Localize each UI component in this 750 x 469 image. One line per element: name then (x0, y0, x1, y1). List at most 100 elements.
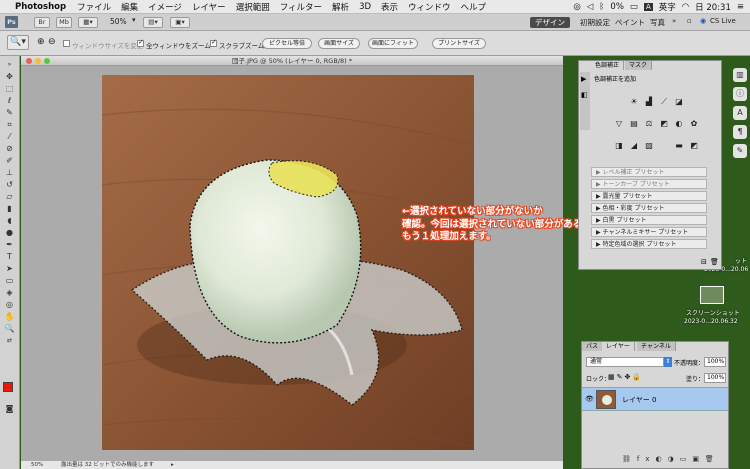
fit-screen-button[interactable]: 画面サイズ (318, 38, 360, 49)
menu-window[interactable]: ウィンドウ (408, 1, 451, 13)
preset-hue-saturation[interactable]: ▶ 色相・彩度 プリセット (591, 203, 707, 213)
3d-rotate-tool-icon[interactable]: ◈ (4, 288, 15, 297)
adjustments-panel-icon[interactable]: ▶ (581, 75, 586, 83)
hand-tool-icon[interactable]: ✋ (4, 312, 15, 321)
menu-layer[interactable]: レイヤー (192, 1, 226, 13)
masks-panel-icon[interactable]: ◧ (581, 91, 588, 99)
invert-icon[interactable]: ◨ (614, 141, 624, 151)
threshold-icon[interactable]: ▧ (644, 141, 654, 151)
zoom-level-select[interactable]: 50% (110, 17, 127, 26)
cs-live-icon[interactable]: ◉ (700, 17, 706, 25)
visibility-eye-icon[interactable]: 👁 (585, 395, 594, 403)
zoom-tool-icon[interactable]: 🔍 (4, 324, 15, 333)
tab-adjustments[interactable]: 色調補正 (591, 61, 625, 70)
photo-filter-icon[interactable]: ◐ (674, 119, 684, 129)
resize-windows-checkbox[interactable] (63, 40, 70, 47)
menu-app-name[interactable]: Photoshop (15, 2, 66, 12)
zoom-in-icon[interactable]: ⊕ (37, 37, 45, 47)
sound-icon[interactable]: ◁ (587, 2, 594, 12)
menu-file[interactable]: ファイル (77, 1, 111, 13)
exposure-icon[interactable]: ◪ (674, 97, 684, 107)
bluetooth-icon[interactable]: ᛒ (599, 2, 604, 12)
bridge-button[interactable]: Br (34, 17, 50, 28)
dodge-tool-icon[interactable]: ● (4, 228, 15, 237)
spot-healing-tool-icon[interactable]: ⊘ (4, 144, 15, 153)
arrange-documents-button[interactable]: ▤▾ (143, 17, 163, 28)
wifi-icon[interactable]: ◠ (682, 2, 689, 12)
menu-edit[interactable]: 編集 (121, 1, 138, 13)
tab-paths[interactable]: パス (582, 342, 604, 351)
gradient-map-icon[interactable]: ▬ (674, 141, 684, 151)
cs-live-button[interactable]: CS Live (710, 17, 736, 25)
panel-options-icon[interactable]: ⊟ (701, 258, 707, 266)
shape-tool-icon[interactable]: ▭ (4, 276, 15, 285)
creative-cloud-icon[interactable]: ◎ (573, 2, 580, 12)
eyedropper-tool-icon[interactable]: ⁄ (4, 132, 15, 141)
crop-tool-icon[interactable]: ⌗ (4, 120, 15, 129)
control-center-icon[interactable]: ≡ (737, 2, 744, 12)
preset-exposure[interactable]: ▶ 露光量 プリセット (591, 191, 707, 201)
image-canvas[interactable] (102, 75, 474, 450)
lasso-tool-icon[interactable]: ℓ (4, 96, 15, 105)
menu-filter[interactable]: フィルター (280, 1, 322, 13)
path-selection-tool-icon[interactable]: ➤ (4, 264, 15, 273)
panel-dock-histogram-icon[interactable]: ▥ (733, 68, 747, 82)
opacity-field[interactable]: 100% (704, 357, 726, 367)
lock-options-icon[interactable]: ▦✎✥🔒 (608, 373, 643, 381)
print-size-button[interactable]: プリントサイズ (432, 38, 486, 49)
workspace-design[interactable]: デザイン (530, 17, 570, 28)
close-window-button[interactable] (26, 58, 32, 64)
eraser-tool-icon[interactable]: ▱ (4, 192, 15, 201)
zoom-out-icon[interactable]: ⊖ (48, 37, 56, 47)
status-menu-icon[interactable]: ▸ (171, 461, 174, 469)
panel-dock-info-icon[interactable]: ⓘ (733, 87, 747, 101)
battery-icon[interactable]: ▭ (630, 2, 638, 12)
history-brush-tool-icon[interactable]: ↺ (4, 180, 15, 189)
swap-colors-icon[interactable]: ⇄ (4, 336, 15, 345)
foreground-color-swatch[interactable] (3, 382, 13, 392)
menu-analysis[interactable]: 解析 (332, 1, 349, 13)
panel-dock-paragraph-icon[interactable]: ¶ (733, 125, 747, 139)
menu-select[interactable]: 選択範囲 (236, 1, 270, 13)
brush-tool-icon[interactable]: ✐ (4, 156, 15, 165)
screen-mode-button[interactable]: ▣▾ (170, 17, 190, 28)
move-tool-icon[interactable]: ✥ (4, 72, 15, 81)
brightness-contrast-icon[interactable]: ☀ (629, 97, 639, 107)
preset-levels[interactable]: ▶ レベル補正 プリセット (591, 167, 707, 177)
tool-preset-picker[interactable]: 🔍▾ (7, 35, 29, 50)
ime-label[interactable]: 英字 (659, 1, 676, 13)
panel-trash-icon[interactable]: 🗑 (710, 258, 719, 266)
search-field-icon[interactable]: ▫ (687, 17, 692, 25)
screenshot-file-label[interactable]: スクリーンショット (686, 308, 740, 317)
zoom-all-windows-checkbox[interactable] (137, 38, 144, 47)
layer-actions-icons[interactable]: ⛓fx◐◑▭▣🗑 (622, 455, 720, 463)
clone-stamp-tool-icon[interactable]: ⊥ (4, 168, 15, 177)
type-tool-icon[interactable]: T (4, 252, 15, 261)
layer-row[interactable]: 👁 レイヤー 0 (582, 387, 728, 411)
panel-collapse-icon[interactable]: » (4, 60, 15, 69)
preset-channel-mixer[interactable]: ▶ チャンネルミキサー プリセット (591, 227, 707, 237)
minimize-window-button[interactable] (35, 58, 41, 64)
3d-orbit-tool-icon[interactable]: ◎ (4, 300, 15, 309)
quick-selection-tool-icon[interactable]: ✎ (4, 108, 15, 117)
curves-icon[interactable]: ⟋ (659, 97, 669, 107)
view-extras-button[interactable]: ▦▾ (78, 17, 98, 28)
tab-masks[interactable]: マスク (625, 61, 653, 70)
pen-tool-icon[interactable]: ✒ (4, 240, 15, 249)
preset-selective-color[interactable]: ▶ 特定色域の選択 プリセット (591, 239, 707, 249)
workspace-essentials[interactable]: 初期設定 (580, 17, 610, 28)
selective-color-icon[interactable]: ◩ (689, 141, 699, 151)
minibridge-button[interactable]: Mb (56, 17, 72, 28)
tab-channels[interactable]: チャンネル (637, 342, 676, 351)
status-zoom[interactable]: 50% (31, 461, 43, 469)
panel-dock-character-icon[interactable]: A (733, 106, 747, 120)
fill-screen-button[interactable]: 画面にフィット (368, 38, 418, 49)
channel-mixer-icon[interactable]: ✿ (689, 119, 699, 129)
workspace-painting[interactable]: ペイント (615, 17, 645, 28)
workspace-photography[interactable]: 写真 (650, 17, 665, 28)
vibrance-icon[interactable]: ▽ (614, 119, 624, 129)
zoom-window-button[interactable] (44, 58, 50, 64)
scrubby-zoom-checkbox[interactable] (210, 38, 217, 47)
actual-pixels-button[interactable]: ピクセル等倍 (262, 38, 312, 49)
zoom-dropdown-icon[interactable]: ▾ (132, 16, 136, 24)
